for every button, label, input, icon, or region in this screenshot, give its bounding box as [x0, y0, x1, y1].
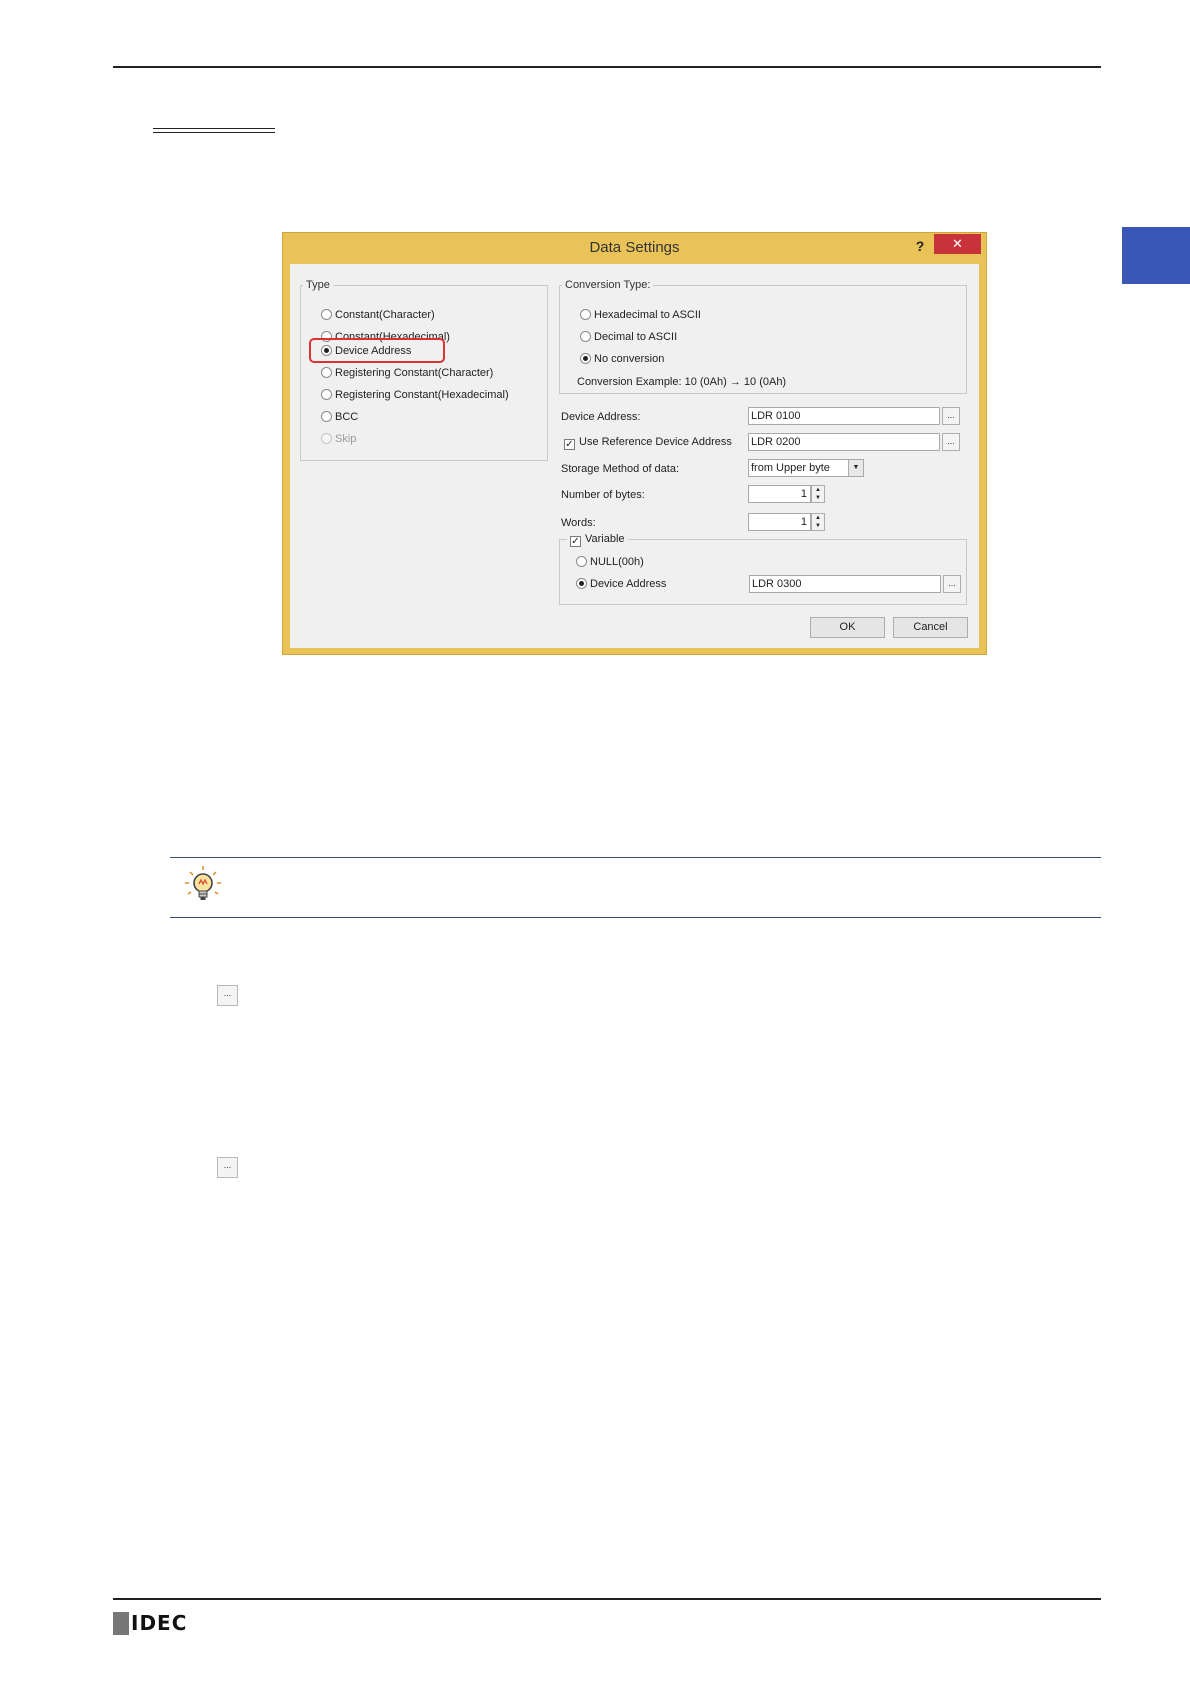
words-spinner[interactable]: ▲ ▼ [811, 513, 825, 531]
variable-group [559, 539, 967, 605]
reference-address-browse-button[interactable]: ... [942, 433, 960, 451]
chevron-down-icon[interactable]: ▼ [848, 460, 863, 476]
storage-method-value: from Upper byte [751, 462, 830, 474]
section-underline-top [153, 128, 275, 129]
type-option-label: Registering Constant(Character) [335, 367, 494, 379]
ok-button[interactable]: OK [810, 617, 885, 638]
device-address-label: Device Address: [561, 411, 641, 423]
variable-address-browse-button[interactable]: ... [943, 575, 961, 593]
browse-button-sample: ... [217, 985, 238, 1006]
data-settings-dialog: Data Settings ? ✕ Type Constant(Characte… [282, 232, 987, 655]
checkbox-checked-icon: ✓ [570, 536, 581, 547]
type-option-constant-character[interactable]: Constant(Character) [321, 308, 435, 322]
radio-selected-icon [321, 345, 332, 356]
number-of-bytes-value: 1 [800, 488, 807, 500]
type-option-registering-constant-hexadecimal[interactable]: Registering Constant(Hexadecimal) [321, 388, 509, 402]
variable-option-device-address[interactable]: Device Address [576, 577, 666, 591]
type-option-device-address[interactable]: Device Address [321, 344, 411, 358]
radio-icon [321, 309, 332, 320]
type-option-skip: Skip [321, 432, 356, 446]
device-address-input[interactable]: LDR 0100 [748, 407, 940, 425]
variable-address-input[interactable]: LDR 0300 [749, 575, 941, 593]
radio-icon [321, 389, 332, 400]
hint-bottom-rule [170, 917, 1101, 918]
conversion-group-legend: Conversion Type: [562, 278, 654, 292]
variable-option-null[interactable]: NULL(00h) [576, 555, 644, 569]
use-reference-checkbox[interactable]: ✓ Use Reference Device Address [564, 435, 732, 450]
type-option-label: Constant(Character) [335, 309, 435, 321]
number-of-bytes-spinner[interactable]: ▲ ▼ [811, 485, 825, 503]
number-of-bytes-label: Number of bytes: [561, 489, 645, 501]
words-label: Words: [561, 517, 596, 529]
conversion-option-label: No conversion [594, 353, 665, 365]
conversion-option-no-conversion[interactable]: No conversion [580, 352, 664, 366]
reference-address-input[interactable]: LDR 0200 [748, 433, 940, 451]
idec-logo: IDEC [113, 1612, 187, 1635]
lightbulb-icon [182, 864, 224, 906]
footer-rule [113, 1598, 1101, 1600]
logo-bar [113, 1612, 129, 1635]
use-reference-label: Use Reference Device Address [579, 436, 732, 448]
variable-checkbox[interactable]: ✓ Variable [567, 532, 628, 547]
radio-selected-icon [580, 353, 591, 364]
type-option-bcc[interactable]: BCC [321, 410, 358, 424]
conversion-option-hex-to-ascii[interactable]: Hexadecimal to ASCII [580, 308, 701, 322]
section-underline-bottom [153, 132, 275, 133]
conversion-option-label: Hexadecimal to ASCII [594, 309, 701, 321]
variable-option-label: NULL(00h) [590, 556, 644, 568]
storage-method-label: Storage Method of data: [561, 463, 680, 475]
radio-disabled-icon [321, 433, 332, 444]
close-button[interactable]: ✕ [934, 234, 981, 254]
type-group-legend: Type [303, 278, 333, 292]
words-input[interactable]: 1 [748, 513, 811, 531]
variable-option-label: Device Address [590, 578, 667, 590]
storage-method-select[interactable]: from Upper byte ▼ [748, 459, 864, 477]
words-value: 1 [800, 516, 807, 528]
cancel-button[interactable]: Cancel [893, 617, 968, 638]
radio-icon [321, 367, 332, 378]
logo-text: IDEC [131, 1611, 188, 1635]
type-option-label: Skip [335, 433, 357, 445]
hint-top-rule [170, 857, 1101, 858]
type-option-registering-constant-character[interactable]: Registering Constant(Character) [321, 366, 493, 380]
conversion-option-decimal-to-ascii[interactable]: Decimal to ASCII [580, 330, 677, 344]
type-option-label: BCC [335, 411, 359, 423]
type-option-label: Device Address [335, 345, 412, 357]
radio-icon [580, 309, 591, 320]
dialog-client-area: Type Constant(Character) Constant(Hexade… [290, 264, 979, 648]
chapter-tab [1122, 227, 1190, 284]
variable-label: Variable [585, 533, 625, 545]
radio-icon [576, 556, 587, 567]
checkbox-checked-icon: ✓ [564, 439, 575, 450]
device-address-browse-button[interactable]: ... [942, 407, 960, 425]
radio-icon [580, 331, 591, 342]
radio-selected-icon [576, 578, 587, 589]
dialog-title: Data Settings [589, 239, 680, 256]
conversion-option-label: Decimal to ASCII [594, 331, 678, 343]
header-rule [113, 66, 1101, 68]
radio-icon [321, 411, 332, 422]
help-button[interactable]: ? [910, 236, 930, 256]
conversion-example: Conversion Example: 10 (0Ah) → 10 (0Ah) [577, 376, 787, 388]
number-of-bytes-input[interactable]: 1 [748, 485, 811, 503]
browse-button-sample-2: ... [217, 1157, 238, 1178]
type-option-label: Registering Constant(Hexadecimal) [335, 389, 509, 401]
